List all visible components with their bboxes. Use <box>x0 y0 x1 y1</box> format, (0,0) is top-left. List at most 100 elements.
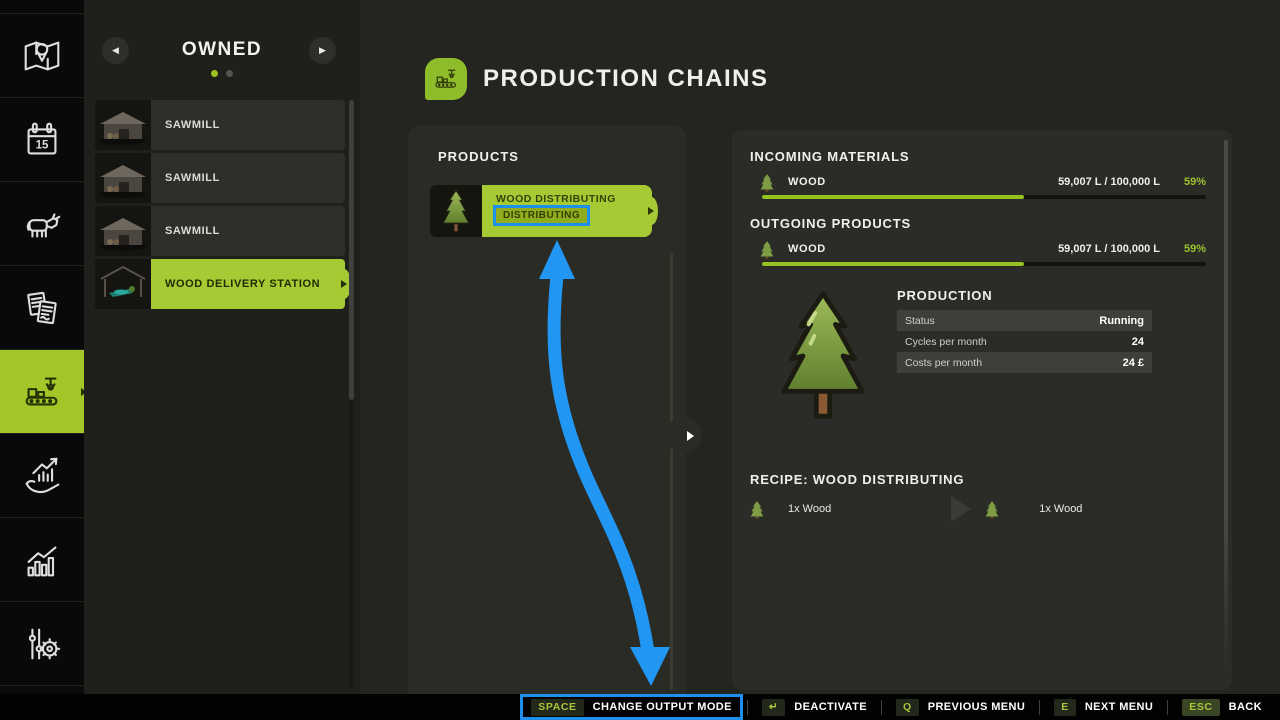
sidebar-item-finances[interactable] <box>0 434 84 518</box>
enter-key-badge: ↵ <box>762 699 785 716</box>
production-title: PRODUCTION <box>897 288 992 303</box>
production-chains-icon <box>19 369 65 415</box>
details-panel: INCOMING MATERIALS WOOD 59,007 L / 100,0… <box>732 130 1232 690</box>
action-label: NEXT MENU <box>1085 701 1153 713</box>
next-page-button[interactable]: ▶ <box>309 37 336 64</box>
owned-header: ◀ OWNED ▶ <box>84 30 360 90</box>
sidebar-item-production-chains[interactable] <box>0 350 84 434</box>
table-row-status: Status Running <box>897 310 1152 331</box>
building-label: SAWMILL <box>151 100 345 150</box>
table-row-costs: Costs per month 24 £ <box>897 352 1152 373</box>
divider <box>1167 700 1168 715</box>
product-thumbnail <box>430 185 482 237</box>
product-label: WOOD DISTRIBUTING <box>496 193 652 205</box>
products-title: PRODUCTS <box>438 149 519 164</box>
owned-panel: ◀ OWNED ▶ SAWMILL <box>84 0 360 694</box>
incoming-progress-fill <box>762 195 1024 199</box>
action-back[interactable]: ESC BACK <box>1172 694 1272 720</box>
building-label: SAWMILL <box>151 153 345 203</box>
page-icon-badge <box>425 58 467 100</box>
space-key-badge: SPACE <box>531 699 583 716</box>
incoming-wood-row: WOOD 59,007 L / 100,000 L 59% <box>760 172 1206 192</box>
buildings-scrollbar[interactable] <box>349 100 354 688</box>
action-previous-menu[interactable]: Q PREVIOUS MENU <box>886 694 1035 720</box>
production-table: Status Running Cycles per month 24 Costs… <box>897 310 1152 373</box>
recipe-row: 1x Wood 1x Wood <box>750 498 1190 520</box>
sidebar-item-contracts[interactable] <box>0 266 84 350</box>
outgoing-wood-row: WOOD 59,007 L / 100,000 L 59% <box>760 239 1206 259</box>
outgoing-progress-fill <box>762 262 1024 266</box>
details-scrollbar[interactable] <box>1224 140 1228 670</box>
building-thumbnail <box>95 206 151 256</box>
tree-icon <box>985 500 999 519</box>
calendar-icon: 15 <box>19 117 65 163</box>
esc-key-badge: ESC <box>1182 699 1219 716</box>
sliders-gear-icon <box>19 621 65 667</box>
sidebar-item-animals[interactable] <box>0 182 84 266</box>
cow-icon <box>19 201 65 247</box>
sidebar-item-settings[interactable] <box>0 602 84 686</box>
sidebar-spacer <box>0 0 84 14</box>
products-panel: PRODUCTS WOOD DISTRIBUTING DISTRIBUTING <box>408 125 686 694</box>
sidebar-item-map[interactable] <box>0 14 84 98</box>
building-item-sawmill-2[interactable]: SAWMILL <box>95 153 345 203</box>
outgoing-products-title: OUTGOING PRODUCTS <box>750 216 911 231</box>
production-chains-screen: 15 <box>0 0 1280 720</box>
row-label: Cycles per month <box>905 336 1132 348</box>
page-title: PRODUCTION CHAINS <box>483 65 769 93</box>
buildings-list: SAWMILL SAWMILL <box>95 100 345 312</box>
building-item-sawmill-3[interactable]: SAWMILL <box>95 206 345 256</box>
material-name: WOOD <box>788 243 1058 255</box>
action-next-menu[interactable]: E NEXT MENU <box>1044 694 1163 720</box>
row-value: 24 £ <box>1123 357 1144 369</box>
action-label: BACK <box>1229 701 1262 713</box>
production-chains-icon <box>431 64 461 94</box>
row-label: Status <box>905 315 1099 327</box>
tree-icon <box>760 173 774 192</box>
sidebar-item-calendar[interactable]: 15 <box>0 98 84 182</box>
building-item-wood-delivery-station[interactable]: WOOD DELIVERY STATION <box>95 259 345 309</box>
row-label: Costs per month <box>905 357 1123 369</box>
sawmill-image <box>95 153 151 203</box>
building-thumbnail <box>95 259 151 309</box>
tree-icon <box>439 188 473 234</box>
outgoing-progress-bar <box>762 262 1206 266</box>
building-thumbnail <box>95 153 151 203</box>
bar-chart-icon <box>19 537 65 583</box>
wood-delivery-station-image <box>95 259 151 309</box>
e-key-badge: E <box>1054 699 1076 716</box>
selected-item-arrow-icon <box>341 280 347 288</box>
page-dot <box>226 70 233 77</box>
material-percent: 59% <box>1160 176 1206 188</box>
product-mode-badge: DISTRIBUTING <box>496 208 587 223</box>
products-scrollbar[interactable] <box>670 253 673 690</box>
contracts-icon <box>19 285 65 331</box>
material-amount: 59,007 L / 100,000 L <box>1058 176 1160 188</box>
product-item-wood-distributing[interactable]: WOOD DISTRIBUTING DISTRIBUTING <box>430 185 652 237</box>
recipe-arrow-icon <box>951 496 971 522</box>
hand-chart-icon <box>19 453 65 499</box>
product-tree-image <box>780 285 866 425</box>
action-label: PREVIOUS MENU <box>928 701 1026 713</box>
keybind-bar: SPACE CHANGE OUTPUT MODE ↵ DEACTIVATE Q … <box>0 694 1280 720</box>
material-amount: 59,007 L / 100,000 L <box>1058 243 1160 255</box>
divider <box>747 700 748 715</box>
recipe-title: RECIPE: WOOD DISTRIBUTING <box>750 472 964 487</box>
product-chip: WOOD DISTRIBUTING DISTRIBUTING <box>482 185 652 237</box>
building-thumbnail <box>95 100 151 150</box>
sawmill-image <box>95 100 151 150</box>
action-label: CHANGE OUTPUT MODE <box>593 701 732 713</box>
table-row-cycles: Cycles per month 24 <box>897 331 1152 352</box>
action-deactivate[interactable]: ↵ DEACTIVATE <box>752 694 877 720</box>
sidebar-item-statistics[interactable] <box>0 518 84 602</box>
sawmill-image <box>95 206 151 256</box>
buildings-scrollbar-thumb[interactable] <box>349 100 354 400</box>
pagination-dots <box>84 70 360 77</box>
building-label: WOOD DELIVERY STATION <box>151 259 345 309</box>
tree-icon <box>750 500 764 519</box>
divider <box>881 700 882 715</box>
panel-expand-bump[interactable] <box>666 417 702 453</box>
building-item-sawmill-1[interactable]: SAWMILL <box>95 100 345 150</box>
recipe-output-qty: 1x Wood <box>1039 503 1082 515</box>
action-change-output-mode[interactable]: SPACE CHANGE OUTPUT MODE <box>520 694 743 720</box>
